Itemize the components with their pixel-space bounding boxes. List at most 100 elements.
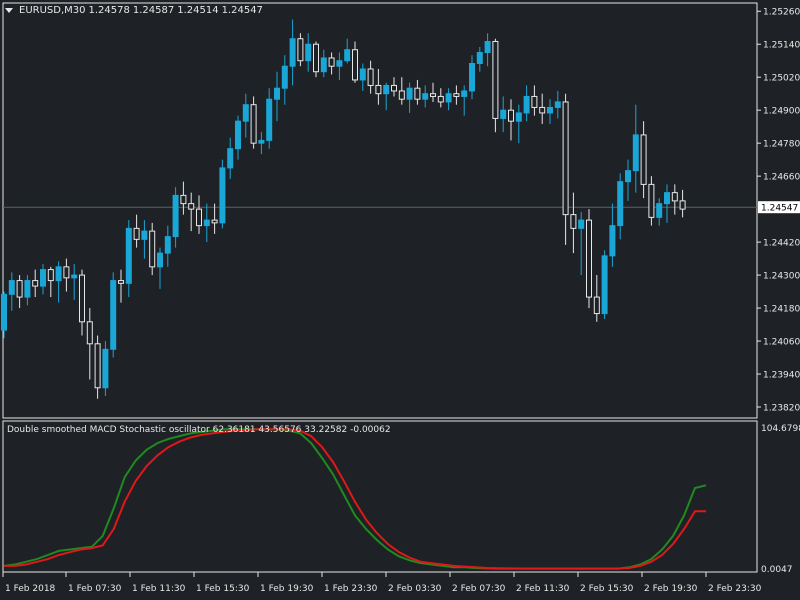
candle[interactable]	[625, 159, 631, 201]
candle[interactable]	[305, 33, 312, 72]
candle[interactable]	[313, 41, 319, 78]
candle[interactable]	[586, 209, 592, 309]
candle[interactable]	[188, 192, 195, 232]
chart-canvas[interactable]: 1.24547 1.25260 1.25140 1.25020 1.24900 1.24…	[0, 0, 800, 600]
candle[interactable]	[648, 176, 655, 226]
candle[interactable]	[461, 85, 468, 116]
candle[interactable]	[664, 184, 670, 223]
candle[interactable]	[219, 159, 226, 229]
candle[interactable]	[515, 104, 522, 144]
candle[interactable]	[86, 308, 93, 380]
candle[interactable]	[570, 192, 577, 254]
candle[interactable]	[250, 96, 257, 149]
candle[interactable]	[16, 275, 23, 309]
candle[interactable]	[281, 55, 288, 105]
candle[interactable]	[63, 258, 70, 292]
candle[interactable]	[617, 173, 624, 240]
candle[interactable]	[8, 272, 15, 311]
candle[interactable]	[24, 275, 31, 306]
candle[interactable]	[274, 71, 280, 122]
candle[interactable]	[297, 33, 304, 67]
candle[interactable]	[609, 203, 616, 267]
candle[interactable]	[593, 275, 600, 322]
oscillator-axis: 104.6798 0.0047	[761, 424, 800, 575]
candle[interactable]	[196, 195, 202, 234]
candle[interactable]	[578, 211, 585, 276]
candle[interactable]	[679, 189, 686, 218]
candle[interactable]	[352, 41, 358, 83]
time-label: 2 Feb 07:30	[452, 584, 506, 594]
candle[interactable]	[398, 77, 405, 105]
candle[interactable]	[632, 104, 639, 193]
candle[interactable]	[445, 88, 452, 111]
candle[interactable]	[1, 291, 7, 339]
candle[interactable]	[523, 85, 530, 122]
candle[interactable]	[336, 52, 343, 80]
candle[interactable]	[453, 85, 460, 105]
candle[interactable]	[71, 264, 78, 300]
candle[interactable]	[149, 222, 156, 276]
candle[interactable]	[211, 203, 218, 234]
candle[interactable]	[406, 82, 413, 113]
candle[interactable]	[172, 187, 179, 248]
candle[interactable]	[562, 93, 569, 245]
candle[interactable]	[500, 96, 507, 133]
candle[interactable]	[141, 220, 148, 259]
candle[interactable]	[118, 269, 124, 303]
candle[interactable]	[367, 60, 374, 94]
candle[interactable]	[359, 63, 366, 91]
candle[interactable]	[79, 269, 85, 336]
candle[interactable]	[258, 132, 265, 155]
candle-body-bull	[523, 95, 530, 114]
candle[interactable]	[601, 250, 608, 320]
candle[interactable]	[383, 82, 390, 111]
candle[interactable]	[55, 261, 62, 303]
candle[interactable]	[242, 93, 249, 138]
candle[interactable]	[508, 99, 514, 141]
candle[interactable]	[671, 184, 678, 215]
candle[interactable]	[40, 264, 46, 295]
candle-body-bull	[664, 192, 670, 205]
candle[interactable]	[414, 79, 421, 105]
candle[interactable]	[157, 247, 163, 289]
candle[interactable]	[227, 137, 234, 179]
candle[interactable]	[391, 77, 397, 97]
candle[interactable]	[164, 225, 171, 267]
candle[interactable]	[492, 38, 499, 133]
candle[interactable]	[430, 82, 436, 102]
candle-body-bull	[406, 87, 413, 100]
candle[interactable]	[640, 121, 647, 199]
candle[interactable]	[266, 88, 273, 149]
candle[interactable]	[375, 68, 382, 105]
candle[interactable]	[125, 220, 132, 298]
candle[interactable]	[94, 335, 101, 399]
candle[interactable]	[180, 181, 187, 215]
chevron-down-icon[interactable]	[5, 8, 13, 13]
candle[interactable]	[320, 49, 327, 78]
candle[interactable]	[476, 46, 483, 72]
candle[interactable]	[437, 88, 444, 108]
candle[interactable]	[539, 93, 546, 124]
candle[interactable]	[531, 85, 538, 116]
candle[interactable]	[547, 99, 553, 124]
candle[interactable]	[102, 341, 109, 397]
candlestick-series[interactable]	[1, 19, 686, 399]
candle-body-bull	[469, 62, 475, 92]
candle[interactable]	[422, 85, 429, 108]
time-label: 1 Feb 15:30	[196, 584, 250, 594]
candle[interactable]	[133, 214, 140, 248]
candle[interactable]	[203, 203, 210, 243]
candle[interactable]	[47, 266, 54, 298]
candle[interactable]	[235, 115, 241, 160]
candle[interactable]	[554, 90, 561, 119]
candle[interactable]	[484, 33, 491, 67]
candle-body-bear	[570, 214, 577, 229]
candle[interactable]	[656, 198, 663, 226]
candle[interactable]	[289, 19, 296, 86]
candle[interactable]	[32, 269, 39, 298]
time-label: 2 Feb 03:30	[388, 584, 442, 594]
candle[interactable]	[469, 55, 475, 100]
candle[interactable]	[344, 38, 351, 64]
candle[interactable]	[328, 52, 335, 75]
candle[interactable]	[110, 272, 117, 358]
